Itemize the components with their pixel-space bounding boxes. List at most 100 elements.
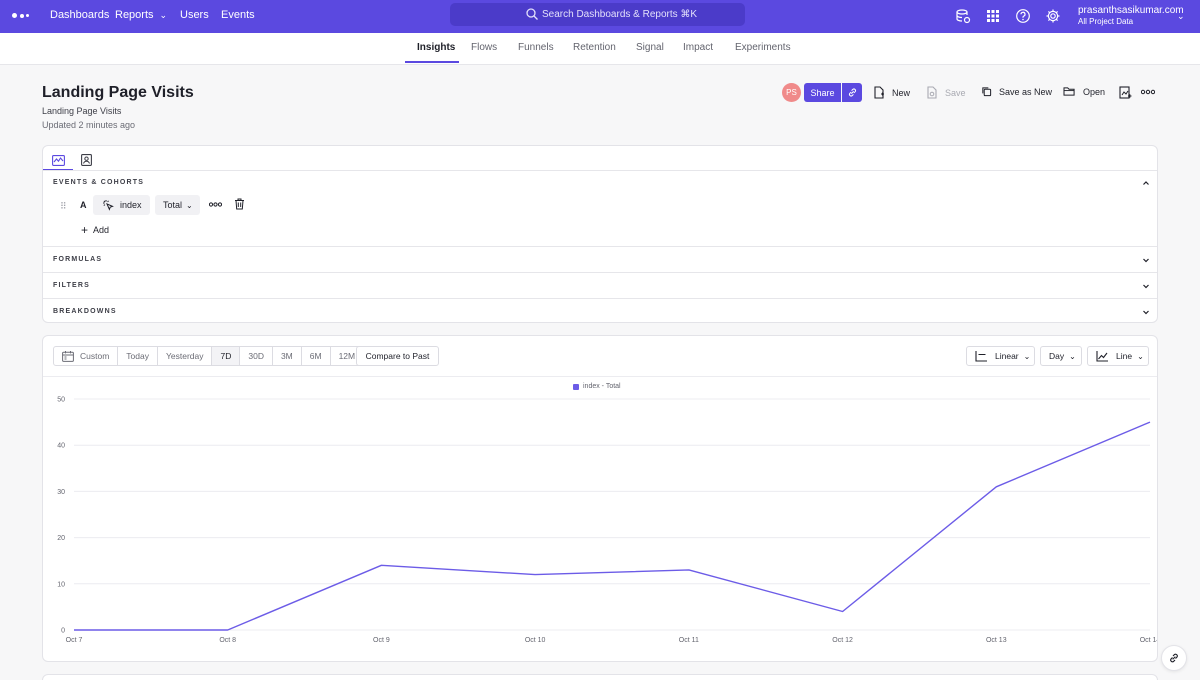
series-letter: A — [80, 200, 87, 210]
next-card — [42, 674, 1158, 680]
filters-header[interactable]: FILTERS — [53, 282, 90, 289]
y-tick-label: 20 — [57, 535, 65, 542]
date-range-selector: Custom Today Yesterday 7D 30D 3M 6M 12M — [53, 346, 365, 366]
save-as-new-button[interactable]: Save as New — [981, 86, 1052, 97]
copy-link-button[interactable] — [842, 83, 862, 102]
updated-timestamp: Updated 2 minutes ago — [42, 120, 136, 130]
series-line — [74, 421, 1151, 631]
chevron-up-icon[interactable] — [1142, 179, 1150, 187]
formulas-header[interactable]: FORMULAS — [53, 256, 102, 263]
search-input[interactable]: Search Dashboards & Reports ⌘K — [450, 3, 745, 26]
legend-label: index - Total — [583, 383, 621, 390]
chevron-down-icon: ⌄ — [159, 10, 168, 20]
save-button[interactable]: Save — [926, 86, 966, 99]
mixpanel-logo-icon[interactable] — [12, 12, 32, 20]
account-menu[interactable]: prasanthsasikumar.com All Project Data — [1078, 5, 1184, 27]
scale-label: Linear — [995, 351, 1019, 361]
measure-label: Total — [163, 200, 183, 210]
save-icon — [927, 86, 937, 99]
events-cohorts-header[interactable]: EVENTS & COHORTS — [53, 179, 144, 186]
calendar-icon — [62, 350, 74, 362]
drag-handle-icon[interactable]: ⠿ — [60, 201, 67, 212]
chevron-down-icon[interactable] — [1142, 308, 1150, 316]
new-button-label: New — [892, 87, 911, 98]
nav-users[interactable]: Users — [180, 9, 209, 21]
share-button[interactable]: Share — [804, 83, 841, 102]
y-tick-label: 0 — [61, 628, 65, 635]
new-button[interactable]: New — [873, 86, 910, 99]
chevron-down-icon[interactable] — [1142, 256, 1150, 264]
more-options-icon[interactable] — [1141, 89, 1155, 95]
project-name: All Project Data — [1078, 17, 1134, 26]
help-icon[interactable] — [1015, 8, 1031, 24]
measure-dropdown[interactable]: Total ⌄ — [155, 195, 200, 215]
x-tick-label: Oct 14 — [1140, 637, 1157, 644]
tab-signal[interactable]: Signal — [636, 42, 664, 53]
chevron-down-icon: ⌄ — [1137, 351, 1144, 361]
chart-legend[interactable]: index - Total — [573, 383, 621, 390]
nav-dashboards[interactable]: Dashboards — [50, 9, 109, 21]
range-yesterday[interactable]: Yesterday — [158, 347, 213, 365]
tab-insights[interactable]: Insights — [417, 42, 455, 53]
open-button[interactable]: Open — [1063, 86, 1105, 97]
nav-events[interactable]: Events — [221, 9, 255, 21]
y-tick-label: 10 — [57, 581, 65, 588]
event-name: index — [120, 200, 142, 210]
tab-funnels[interactable]: Funnels — [518, 42, 554, 53]
chevron-down-icon[interactable]: ⌄ — [1177, 11, 1185, 22]
line-chart-icon — [1096, 350, 1108, 362]
x-tick-label: Oct 9 — [373, 637, 390, 644]
save-button-label: Save — [945, 87, 966, 98]
cursor-click-icon — [103, 200, 114, 211]
tab-impact[interactable]: Impact — [683, 42, 713, 53]
chart-type-dropdown[interactable]: Line ⌄ — [1087, 346, 1149, 366]
chevron-down-icon[interactable] — [1142, 282, 1150, 290]
trash-icon[interactable] — [234, 198, 245, 210]
chevron-down-icon: ⌄ — [1023, 351, 1031, 361]
tab-experiments[interactable]: Experiments — [735, 42, 791, 53]
range-custom[interactable]: Custom — [54, 347, 119, 365]
interval-label: Day — [1049, 351, 1065, 361]
range-30d[interactable]: 30D — [240, 347, 273, 365]
range-custom-label: Custom — [80, 351, 110, 361]
scale-dropdown[interactable]: Linear ⌄ — [966, 346, 1035, 366]
add-to-dashboard-icon[interactable] — [1119, 86, 1132, 99]
chart-type-label: Line — [1116, 351, 1133, 361]
range-today[interactable]: Today — [118, 347, 158, 365]
tab-events-query[interactable] — [44, 150, 72, 170]
breakdowns-header[interactable]: BREAKDOWNS — [53, 308, 117, 315]
avatar[interactable]: PS — [782, 83, 801, 102]
settings-icon[interactable] — [1045, 8, 1061, 24]
interval-dropdown[interactable]: Day ⌄ — [1040, 346, 1082, 366]
chart-card: Custom Today Yesterday 7D 30D 3M 6M 12M … — [42, 335, 1158, 662]
tab-flows[interactable]: Flows — [471, 42, 497, 53]
range-7d[interactable]: 7D — [212, 347, 241, 365]
page-title[interactable]: Landing Page Visits — [42, 84, 194, 102]
range-6m[interactable]: 6M — [302, 347, 331, 365]
divider — [43, 298, 1157, 299]
add-label: Add — [93, 225, 110, 235]
report-type-tabs: Insights Flows Funnels Retention Signal … — [0, 33, 1200, 65]
nav-reports[interactable]: Reports ⌄ — [115, 9, 167, 21]
copy-link-floating-button[interactable] — [1161, 645, 1187, 671]
line-chart-icon — [51, 154, 65, 166]
search-placeholder: Search Dashboards & Reports ⌘K — [542, 9, 698, 20]
report-description[interactable]: Landing Page Visits — [42, 106, 121, 116]
add-event-button[interactable]: + Add — [81, 224, 110, 236]
active-tab-indicator — [405, 61, 459, 63]
x-tick-label: Oct 8 — [219, 637, 236, 644]
data-icon[interactable] — [955, 8, 971, 24]
more-options-icon[interactable] — [209, 202, 222, 207]
apps-grid-icon[interactable] — [985, 8, 1001, 24]
divider — [43, 246, 1157, 247]
nav-reports-label: Reports — [115, 9, 154, 21]
x-tick-label: Oct 11 — [679, 637, 699, 644]
tab-cohort-query[interactable] — [72, 150, 100, 170]
event-selector[interactable]: index — [93, 195, 150, 215]
folder-icon — [1063, 87, 1075, 96]
axis-icon — [975, 350, 987, 362]
divider — [43, 272, 1157, 273]
range-3m[interactable]: 3M — [273, 347, 302, 365]
compare-to-past-button[interactable]: Compare to Past — [356, 346, 439, 366]
tab-retention[interactable]: Retention — [573, 42, 616, 53]
